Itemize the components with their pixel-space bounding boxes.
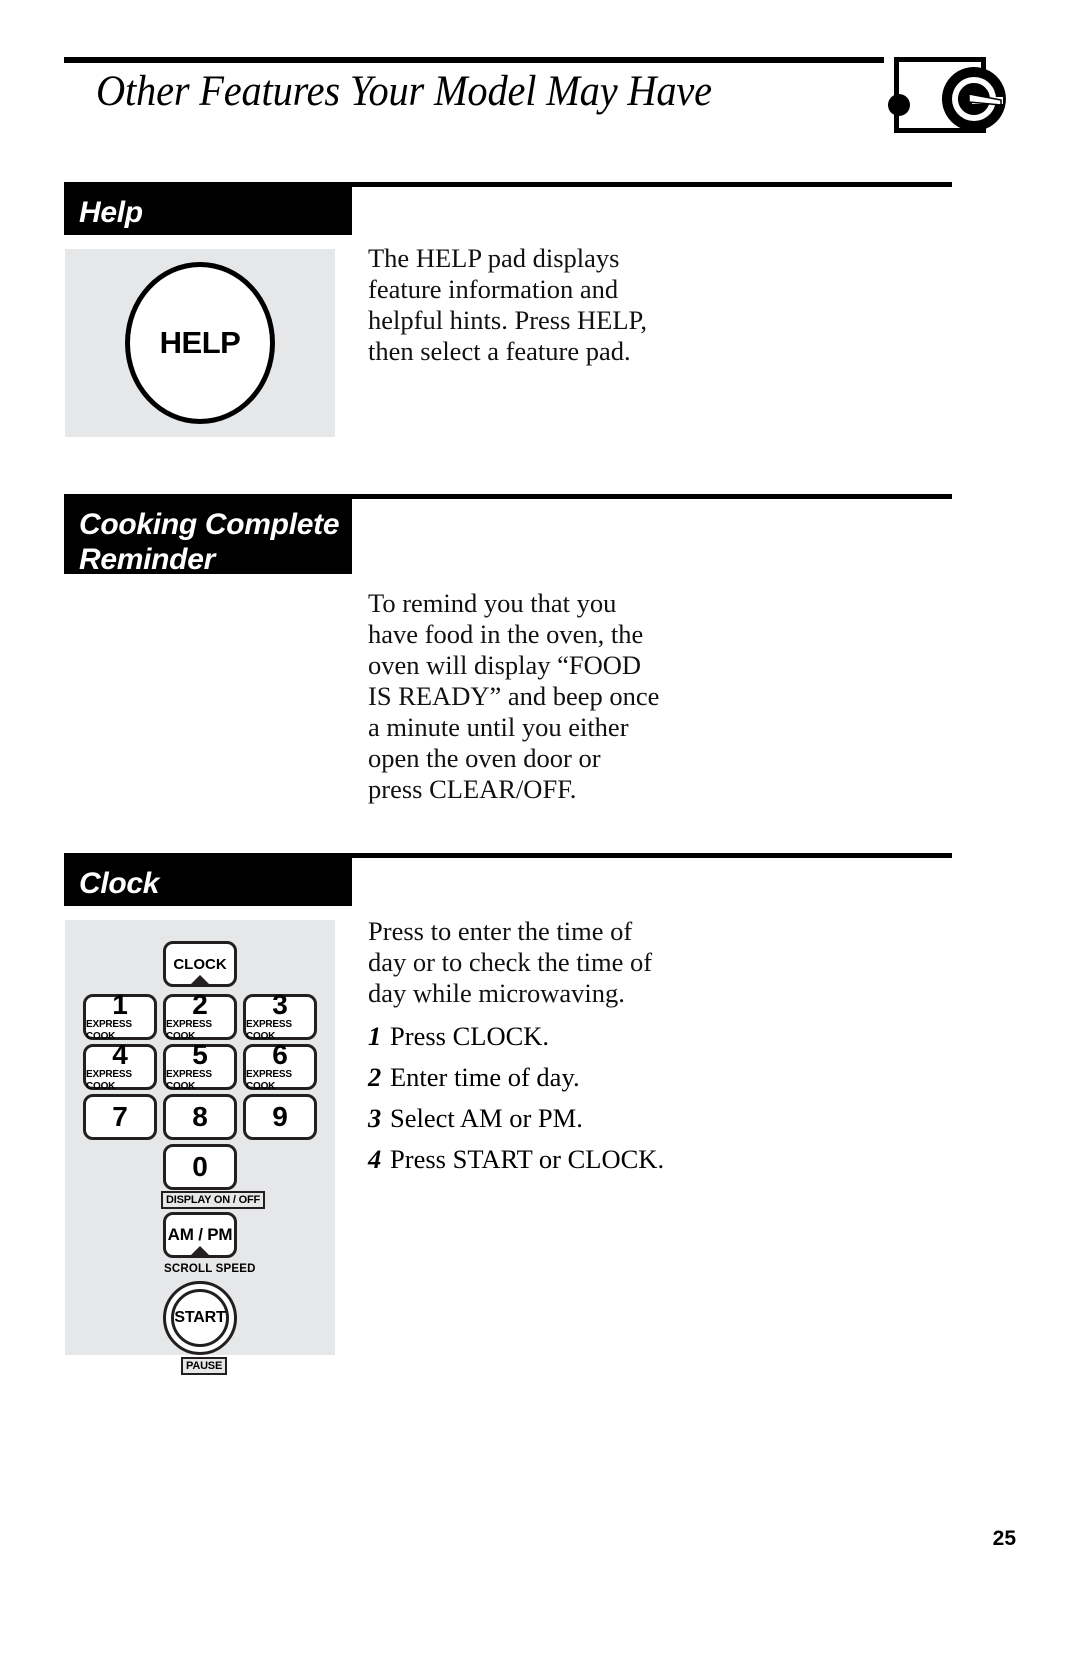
clock-keypad-illustration: CLOCK 1 EXPRESS COOK 2 EXPRESS COOK 3 EX… [65, 920, 335, 1375]
clock-step-1-number: 1 [368, 1021, 382, 1051]
keypad-key-8-digit: 8 [192, 1101, 208, 1132]
keypad-key-1-digit: 1 [112, 988, 128, 1020]
clock-steps-list: 1 Press CLOCK. 2 Enter time of day. 3 Selec… [368, 1016, 708, 1180]
clock-step-3-number: 3 [368, 1103, 382, 1133]
section-title-reminder: Cooking Complete Reminder [79, 508, 340, 576]
manual-page: Other Features Your Model May Have Help … [0, 0, 1080, 1669]
page-title: Other Features Your Model May Have [96, 68, 712, 115]
section-title-clock: Clock [79, 867, 160, 900]
keypad-start-key: START [163, 1281, 237, 1355]
help-pad-button: HELP [125, 262, 275, 424]
keypad-key-4-digit: 4 [112, 1038, 128, 1070]
section-title-help: Help [79, 196, 143, 229]
clock-step-2: 2 Enter time of day. [368, 1057, 708, 1098]
keypad-am-pm-notch-icon [189, 1246, 211, 1257]
keypad-key-7-digit: 7 [112, 1101, 128, 1132]
keypad-key-6: 6 EXPRESS COOK [243, 1038, 317, 1092]
clock-step-4-number: 4 [368, 1144, 382, 1174]
clock-step-4-text: Press START or CLOCK. [390, 1144, 665, 1174]
clock-step-4: 4 Press START or CLOCK. [368, 1139, 708, 1180]
keypad-key-3-digit: 3 [272, 988, 288, 1020]
keypad-key-2: 2 EXPRESS COOK [163, 988, 237, 1042]
keypad-key-5: 5 EXPRESS COOK [163, 1038, 237, 1092]
keypad-key-7: 7 [83, 1094, 157, 1140]
keypad-key-5-sub: EXPRESS COOK [166, 1068, 212, 1092]
keypad-key-6-digit: 6 [272, 1038, 288, 1070]
keypad-pause-label: PAUSE [181, 1357, 228, 1375]
keypad-clock-key: CLOCK [163, 941, 237, 987]
keypad-clock-notch-icon [189, 975, 211, 986]
clock-step-1-text: Press CLOCK. [390, 1021, 550, 1051]
keypad-am-pm-key: AM / PM [163, 1212, 237, 1258]
ge-monogram-icon [941, 67, 1006, 131]
keypad-key-2-digit: 2 [192, 988, 208, 1020]
keypad-key-5-digit: 5 [192, 1038, 208, 1070]
keypad-key-4: 4 EXPRESS COOK [83, 1038, 157, 1092]
keypad-scroll-speed-label: SCROLL SPEED [164, 1263, 256, 1275]
keypad-key-6-sub: EXPRESS COOK [246, 1068, 292, 1092]
help-pad-label: HELP [159, 325, 241, 360]
help-body-text: The HELP pad displays feature informatio… [368, 243, 647, 366]
page-number: 25 [992, 1527, 1016, 1550]
header-rule [64, 57, 884, 63]
help-pad-illustration: HELP [65, 249, 335, 437]
clock-step-2-text: Enter time of day. [390, 1062, 580, 1092]
clock-body-text: Press to enter the time of day or to che… [368, 916, 653, 1008]
keypad-start-label: START [174, 1309, 226, 1326]
clock-step-1: 1 Press CLOCK. [368, 1016, 708, 1057]
keypad-am-pm-label: AM / PM [167, 1225, 233, 1244]
section-bar-clock: Clock [64, 858, 352, 906]
keypad-key-1: 1 EXPRESS COOK [83, 988, 157, 1042]
logo-dot-icon [888, 94, 910, 116]
keypad-key-9-digit: 9 [272, 1101, 288, 1132]
clock-step-3-text: Select AM or PM. [390, 1103, 583, 1133]
keypad-key-0-digit: 0 [192, 1151, 208, 1182]
ge-logo [888, 57, 1006, 133]
section-bar-reminder: Cooking Complete Reminder [64, 499, 352, 576]
keypad-key-4-sub: EXPRESS COOK [86, 1068, 132, 1092]
keypad-key-9: 9 [243, 1094, 317, 1140]
keypad-clock-label: CLOCK [173, 955, 227, 973]
reminder-body-text: To remind you that you have food in the … [368, 588, 660, 804]
keypad-key-3: 3 EXPRESS COOK [243, 988, 317, 1042]
clock-step-3: 3 Select AM or PM. [368, 1098, 708, 1139]
page-header: Other Features Your Model May Have [64, 57, 1016, 135]
section-bar-help: Help [64, 187, 352, 235]
keypad-display-on-off-label: DISPLAY ON / OFF [161, 1191, 265, 1209]
keypad-key-8: 8 [163, 1094, 237, 1140]
keypad-key-0: 0 [163, 1144, 237, 1190]
clock-step-2-number: 2 [368, 1062, 382, 1092]
